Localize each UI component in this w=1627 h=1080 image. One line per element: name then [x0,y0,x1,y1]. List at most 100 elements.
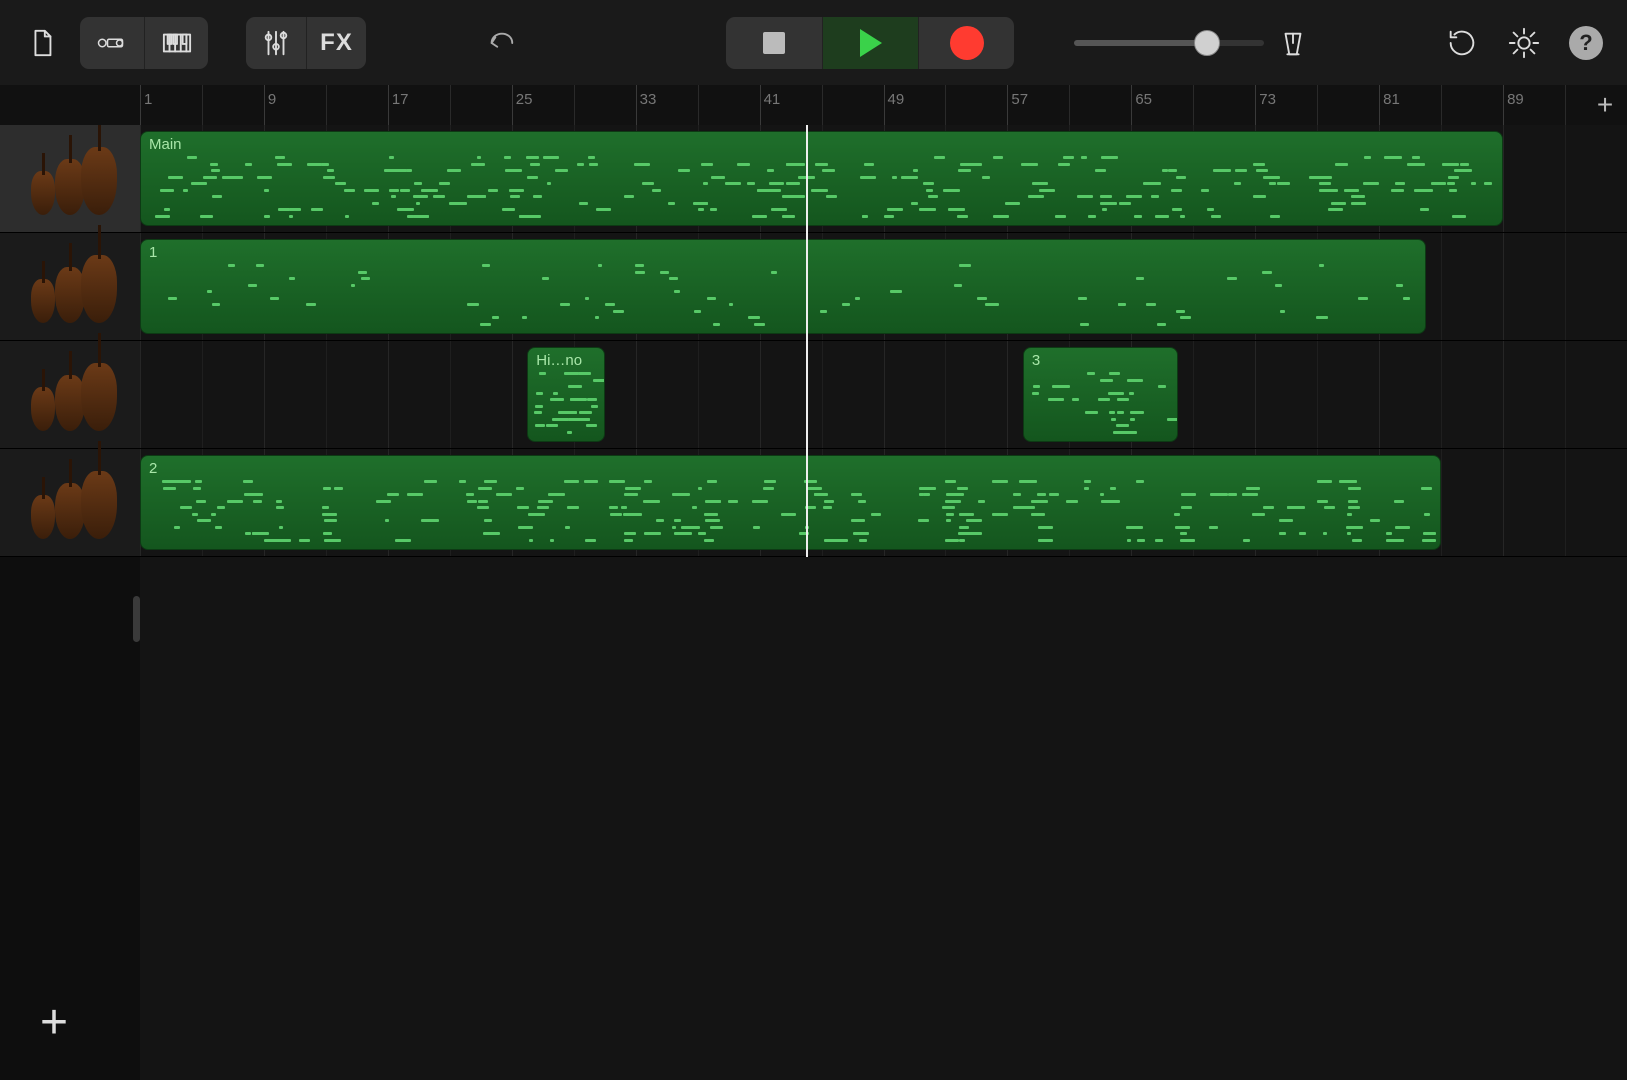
region-title: 3 [1032,352,1040,369]
stop-icon [763,32,785,54]
ruler-bar-label: 57 [1011,91,1028,108]
region-title: 1 [149,244,157,261]
mixer-sliders-icon [261,28,291,58]
midi-region[interactable]: 3 [1023,347,1178,442]
timeline-ruler[interactable]: + 1 9 17 25 33 41 49 57 65 73 81 89 [140,85,1627,125]
help-icon: ? [1579,30,1592,56]
track-lane[interactable]: Main [140,125,1627,233]
region-notes-preview [145,480,1436,545]
record-icon [950,26,984,60]
midi-region[interactable]: 2 [140,455,1441,550]
track-header[interactable] [0,449,140,557]
ruler-bar-label: 81 [1383,91,1400,108]
timeline-ruler-row: + 1 9 17 25 33 41 49 57 65 73 81 89 [0,85,1627,125]
ruler-gutter [0,85,140,125]
vertical-scroll-indicator[interactable] [133,596,140,642]
ruler-tick [1317,85,1318,125]
track-header[interactable] [0,341,140,449]
toolbar-right-icons: ? [1445,26,1613,60]
record-button[interactable] [918,17,1014,69]
document-icon [27,28,57,58]
loop-browser-icon[interactable] [1445,26,1479,60]
volume-slider[interactable] [1074,40,1264,46]
region-notes-preview [1028,372,1173,437]
ruler-bar-label: 89 [1507,91,1524,108]
ruler-tick [760,85,761,125]
mixer-fx-segment: FX [246,17,366,69]
instrument-thumbnail [27,359,113,431]
fx-label: FX [320,29,353,57]
tracks-view-button[interactable] [80,17,144,69]
volume-thumb[interactable] [1194,30,1220,56]
project-button[interactable] [14,17,70,69]
ruler-bar-label: 65 [1135,91,1152,108]
ruler-tick [1193,85,1194,125]
tracks-area: Main 1 Hi…no 3 2 + [0,125,1627,1080]
ruler-tick [1131,85,1132,125]
track-lane[interactable]: 1 [140,233,1627,341]
region-title: Main [149,136,182,153]
ruler-bar-label: 25 [516,91,533,108]
track-lane[interactable]: 2 [140,449,1627,557]
ruler-tick [574,85,575,125]
ruler-tick [326,85,327,125]
ruler-tick [264,85,265,125]
ruler-tick [636,85,637,125]
ruler-bar-label: 49 [888,91,905,108]
stop-button[interactable] [726,17,822,69]
ruler-tick [1255,85,1256,125]
fx-button[interactable]: FX [306,17,366,69]
ruler-bar-label: 1 [144,91,152,108]
settings-gear-icon[interactable] [1507,26,1541,60]
region-notes-preview [532,372,599,437]
track-lanes[interactable]: Main 1 Hi…no 3 2 [140,125,1627,1080]
top-toolbar: FX [0,0,1627,85]
ruler-bar-label: 33 [640,91,657,108]
view-mode-segment [80,17,208,69]
tracks-view-icon [97,28,127,58]
track-headers-column [0,125,140,1080]
undo-button[interactable] [476,17,526,69]
play-button[interactable] [822,17,918,69]
midi-region[interactable]: Main [140,131,1503,226]
add-section-button[interactable]: + [1589,89,1621,121]
ruler-tick [1503,85,1504,125]
instrument-thumbnail [27,467,113,539]
ruler-tick [945,85,946,125]
ruler-tick [388,85,389,125]
ruler-tick [1379,85,1380,125]
master-volume [1074,28,1308,58]
ruler-tick [450,85,451,125]
ruler-tick [1007,85,1008,125]
ruler-tick [822,85,823,125]
ruler-tick [202,85,203,125]
ruler-bar-label: 41 [764,91,781,108]
track-header[interactable] [0,233,140,341]
add-track-button[interactable]: + [40,995,68,1050]
region-notes-preview [145,264,1421,329]
ruler-tick [698,85,699,125]
metronome-icon[interactable] [1278,28,1308,58]
ruler-tick [1565,85,1566,125]
instrument-view-button[interactable] [144,17,208,69]
ruler-tick [1441,85,1442,125]
region-title: Hi…no [536,352,582,369]
ruler-tick [512,85,513,125]
piano-icon [162,28,192,58]
ruler-tick [884,85,885,125]
track-lane[interactable]: Hi…no 3 [140,341,1627,449]
midi-region[interactable]: Hi…no [527,347,604,442]
instrument-thumbnail [27,143,113,215]
ruler-bar-label: 17 [392,91,409,108]
ruler-tick [1069,85,1070,125]
help-button[interactable]: ? [1569,26,1603,60]
undo-icon [486,28,516,58]
ruler-tick [140,85,141,125]
region-notes-preview [145,156,1498,221]
ruler-bar-label: 73 [1259,91,1276,108]
region-title: 2 [149,460,157,477]
track-header[interactable] [0,125,140,233]
ruler-bar-label: 9 [268,91,276,108]
mixer-button[interactable] [246,17,306,69]
midi-region[interactable]: 1 [140,239,1426,334]
